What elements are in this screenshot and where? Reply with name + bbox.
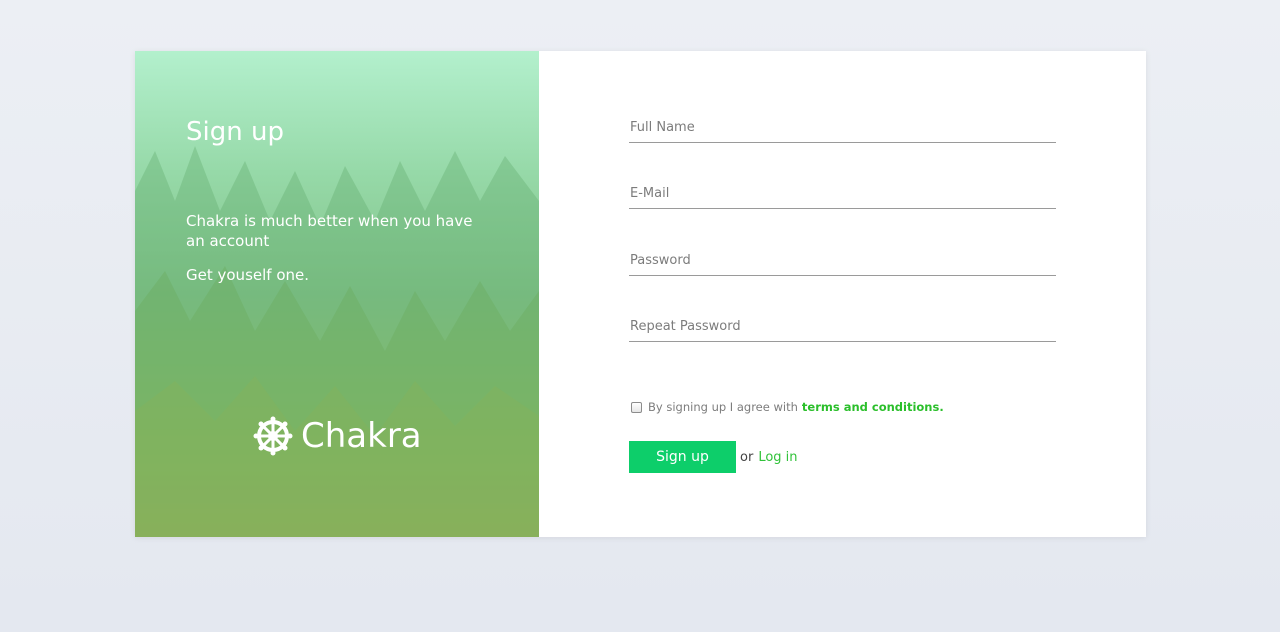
- password-input[interactable]: [629, 246, 1056, 275]
- signup-form: By signing up I agree with terms and con…: [539, 51, 1146, 537]
- full-name-input[interactable]: [629, 113, 1056, 142]
- hero-description: Chakra is much better when you have an a…: [186, 212, 473, 250]
- repeat-password-input[interactable]: [629, 312, 1056, 341]
- page-title: Sign up: [186, 117, 284, 147]
- signup-card: Sign up Chakra is much better when you h…: [135, 51, 1146, 537]
- terms-agreement: By signing up I agree with terms and con…: [631, 400, 944, 414]
- password-field: [629, 246, 1056, 276]
- terms-link[interactable]: terms and conditions.: [802, 400, 944, 414]
- full-name-field: [629, 113, 1056, 143]
- email-input[interactable]: [629, 179, 1056, 208]
- agree-text: By signing up I agree with: [648, 400, 798, 414]
- agree-checkbox[interactable]: [631, 401, 642, 413]
- signup-button[interactable]: Sign up: [629, 441, 736, 473]
- dharma-wheel-icon: [253, 416, 293, 456]
- form-actions: Sign up or Log in: [629, 441, 798, 473]
- hero-panel: Sign up Chakra is much better when you h…: [135, 51, 539, 537]
- hero-subtext: Get youself one.: [186, 266, 310, 284]
- brand-name: Chakra: [301, 416, 422, 456]
- repeat-password-field: [629, 312, 1056, 342]
- brand-logo: Chakra: [253, 416, 422, 456]
- login-link[interactable]: Log in: [758, 450, 797, 465]
- or-text: or: [740, 449, 754, 465]
- email-field: [629, 179, 1056, 209]
